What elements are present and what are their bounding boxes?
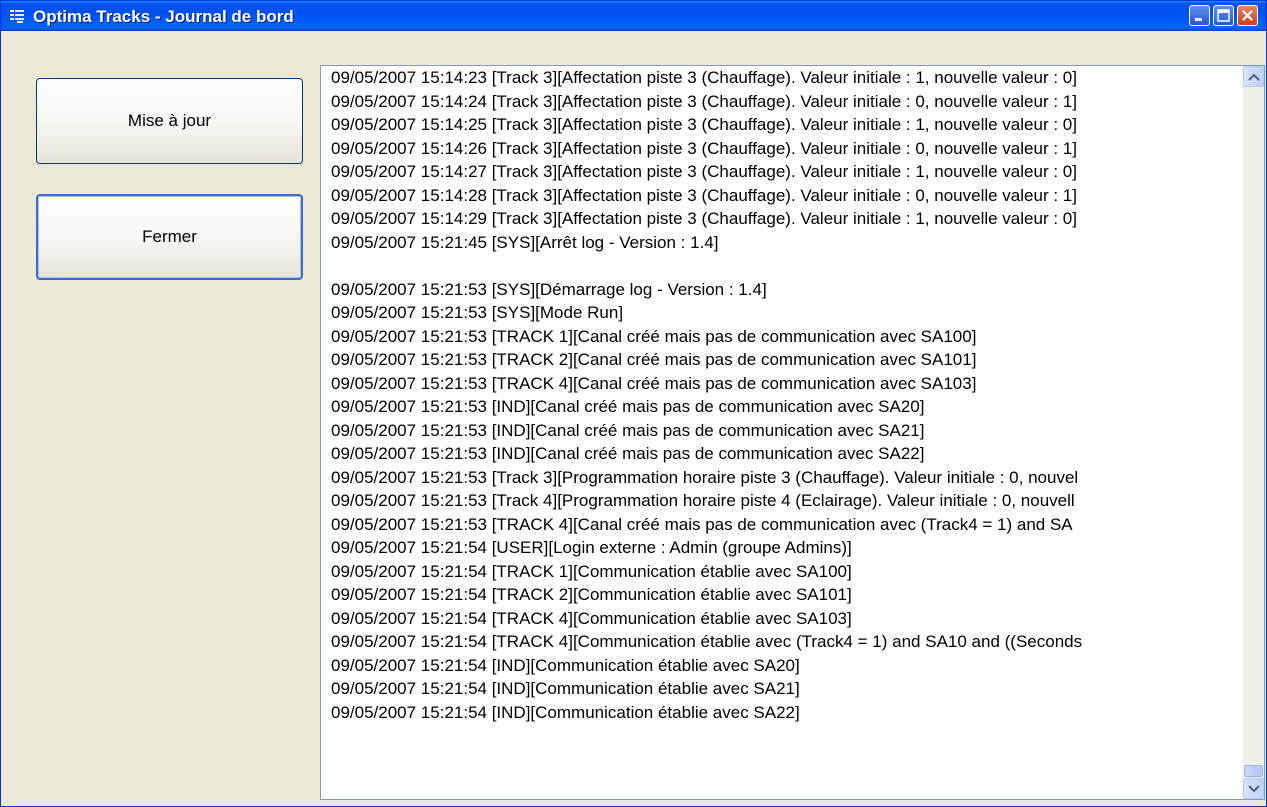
log-line[interactable]: 09/05/2007 15:21:53 [IND][Canal créé mai… xyxy=(321,395,1236,419)
close-button[interactable] xyxy=(1237,5,1258,26)
log-line[interactable]: 09/05/2007 15:21:54 [TRACK 4][Communicat… xyxy=(321,630,1236,654)
log-line[interactable]: 09/05/2007 15:21:54 [IND][Communication … xyxy=(321,677,1236,701)
log-line[interactable]: 09/05/2007 15:21:53 [Track 3][Programmat… xyxy=(321,466,1236,490)
log-line[interactable]: 09/05/2007 15:21:54 [IND][Communication … xyxy=(321,701,1236,725)
client-area: Mise à jour Fermer 09/05/2007 15:14:23 [… xyxy=(5,31,1265,804)
log-lines: 09/05/2007 15:14:23 [Track 3][Affectatio… xyxy=(321,66,1236,724)
log-line[interactable]: 09/05/2007 15:21:54 [TRACK 1][Communicat… xyxy=(321,560,1236,584)
log-line[interactable]: 09/05/2007 15:14:29 [Track 3][Affectatio… xyxy=(321,207,1236,231)
close-window-button[interactable]: Fermer xyxy=(36,194,303,280)
log-line[interactable]: 09/05/2007 15:21:53 [TRACK 1][Canal créé… xyxy=(321,325,1236,349)
log-line[interactable]: 09/05/2007 15:21:45 [SYS][Arrêt log - Ve… xyxy=(321,231,1236,255)
log-line[interactable]: 09/05/2007 15:21:53 [SYS][Démarrage log … xyxy=(321,278,1236,302)
log-line[interactable] xyxy=(321,254,1236,278)
log-line[interactable]: 09/05/2007 15:14:24 [Track 3][Affectatio… xyxy=(321,90,1236,114)
log-line[interactable]: 09/05/2007 15:14:23 [Track 3][Affectatio… xyxy=(321,66,1236,90)
log-line[interactable]: 09/05/2007 15:14:28 [Track 3][Affectatio… xyxy=(321,184,1236,208)
vertical-scrollbar[interactable] xyxy=(1243,66,1264,799)
title-bar[interactable]: Optima Tracks - Journal de bord xyxy=(1,1,1266,31)
log-line[interactable]: 09/05/2007 15:21:53 [IND][Canal créé mai… xyxy=(321,442,1236,466)
log-list-icon xyxy=(9,8,25,24)
window-title: Optima Tracks - Journal de bord xyxy=(33,7,294,26)
scroll-down-button[interactable] xyxy=(1243,778,1264,799)
log-line[interactable]: 09/05/2007 15:21:53 [TRACK 4][Canal créé… xyxy=(321,372,1236,396)
log-line[interactable]: 09/05/2007 15:14:25 [Track 3][Affectatio… xyxy=(321,113,1236,137)
minimize-icon xyxy=(1195,18,1202,21)
log-line[interactable]: 09/05/2007 15:21:54 [IND][Communication … xyxy=(321,654,1236,678)
log-line[interactable]: 09/05/2007 15:14:27 [Track 3][Affectatio… xyxy=(321,160,1236,184)
maximize-icon xyxy=(1217,9,1230,22)
update-button[interactable]: Mise à jour xyxy=(36,78,303,164)
scroll-thumb[interactable] xyxy=(1244,765,1263,777)
maximize-button[interactable] xyxy=(1213,5,1234,26)
scroll-up-button[interactable] xyxy=(1243,66,1264,87)
log-line[interactable]: 09/05/2007 15:21:53 [TRACK 2][Canal créé… xyxy=(321,348,1236,372)
log-line[interactable]: 09/05/2007 15:21:53 [TRACK 4][Canal créé… xyxy=(321,513,1236,537)
scroll-up-arrow-icon xyxy=(1248,73,1260,81)
scroll-down-arrow-icon xyxy=(1248,785,1260,793)
log-line[interactable]: 09/05/2007 15:21:54 [TRACK 4][Communicat… xyxy=(321,607,1236,631)
log-line[interactable]: 09/05/2007 15:21:53 [SYS][Mode Run] xyxy=(321,301,1236,325)
log-line[interactable]: 09/05/2007 15:14:26 [Track 3][Affectatio… xyxy=(321,137,1236,161)
log-line[interactable]: 09/05/2007 15:21:53 [IND][Canal créé mai… xyxy=(321,419,1236,443)
log-line[interactable]: 09/05/2007 15:21:54 [TRACK 2][Communicat… xyxy=(321,583,1236,607)
log-line[interactable]: 09/05/2007 15:21:53 [Track 4][Programmat… xyxy=(321,489,1236,513)
app-window: Optima Tracks - Journal de bord Mise à j… xyxy=(0,0,1267,807)
log-listbox[interactable]: 09/05/2007 15:14:23 [Track 3][Affectatio… xyxy=(320,65,1265,800)
minimize-button[interactable] xyxy=(1189,5,1210,26)
close-icon xyxy=(1242,10,1253,21)
log-line[interactable]: 09/05/2007 15:21:54 [USER][Login externe… xyxy=(321,536,1236,560)
